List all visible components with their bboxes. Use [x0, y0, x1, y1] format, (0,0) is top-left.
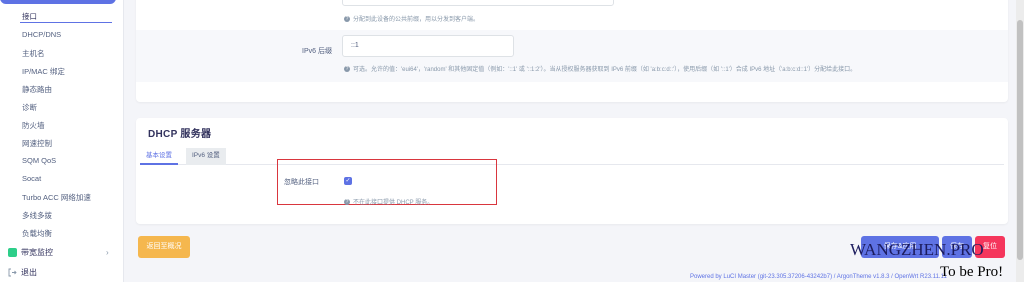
scrollbar-thumb[interactable] — [1017, 20, 1023, 260]
footer-credits[interactable]: Powered by LuCI Master (git-23.305.37206… — [690, 274, 947, 280]
chevron-right-icon: › — [106, 248, 109, 257]
logout-icon — [8, 268, 17, 277]
ignore-interface-help-text: 不在此接口提供 DHCP 服务。 — [353, 200, 434, 206]
ip6-assign-help: ? 分配到此设备的公共前缀，用以分发到客户端。 — [344, 14, 479, 23]
ignore-interface-checkbox[interactable]: ✓ — [344, 177, 352, 185]
ip6-assign-input[interactable] — [342, 0, 614, 6]
ipv6-suffix-help: ? 可选。允许的值：'eui64'，'random' 和其他固定值（例如：'::… — [344, 64, 856, 73]
tab-ipv6-settings[interactable]: IPv6 设置 — [186, 148, 226, 165]
ipv6-suffix-input[interactable]: ::1 — [342, 35, 514, 57]
dhcp-tabs: 基本设置 IPv6 设置 — [140, 148, 1004, 165]
dhcp-section-title: DHCP 服务器 — [148, 129, 212, 140]
dhcp-server-card: DHCP 服务器 基本设置 IPv6 设置 忽略此接口 ✓ ? 不在此接口提供 … — [136, 118, 1008, 224]
sidebar-active-underline — [20, 22, 112, 23]
sidebar-active-group[interactable] — [0, 0, 116, 4]
sidebar-item-load-balance[interactable]: 负载均衡 — [22, 228, 52, 239]
sidebar-item-socat[interactable]: Socat — [22, 174, 41, 183]
help-icon: ? — [344, 15, 350, 22]
watermark-domain: WANGZHEN.PRO — [850, 240, 984, 259]
sidebar-item-firewall[interactable]: 防火墙 — [22, 120, 45, 131]
ipv6-suffix-row: IPv6 后缀 ::1 ? 可选。允许的值：'eui64'，'random' 和… — [136, 30, 1008, 82]
ipv6-suffix-label: IPv6 后缀 — [302, 48, 332, 55]
sidebar-item-speed-control[interactable]: 网速控制 — [22, 138, 52, 149]
help-icon: ? — [344, 198, 350, 205]
page-scrollbar[interactable] — [1016, 0, 1024, 282]
sidebar-item-turbo-acc[interactable]: Turbo ACC 网络加速 — [22, 192, 91, 203]
sidebar-section-bandwidth[interactable]: 带宽监控 — [8, 247, 53, 258]
tab-general-setup[interactable]: 基本设置 — [140, 148, 178, 165]
help-icon: ? — [344, 65, 350, 72]
ignore-interface-help: ? 不在此接口提供 DHCP 服务。 — [344, 197, 433, 206]
interface-settings-card: ? 分配到此设备的公共前缀，用以分发到客户端。 IPv6 后缀 ::1 ? 可选… — [136, 0, 1008, 102]
sidebar-item-dhcp-dns[interactable]: DHCP/DNS — [22, 30, 61, 39]
sidebar-item-multiwan[interactable]: 多线多拨 — [22, 210, 52, 221]
sidebar-item-hostnames[interactable]: 主机名 — [22, 48, 45, 59]
sidebar: 接口 DHCP/DNS 主机名 IP/MAC 绑定 静态路由 诊断 防火墙 网速… — [0, 0, 124, 282]
sidebar-item-interfaces[interactable]: 接口 — [22, 11, 37, 22]
ip6-assign-help-text: 分配到此设备的公共前缀，用以分发到客户端。 — [353, 17, 480, 23]
monitor-icon — [8, 248, 17, 257]
ipv6-suffix-help-text: 可选。允许的值：'eui64'，'random' 和其他固定值（例如：'::1'… — [353, 67, 857, 73]
sidebar-item-diagnostics[interactable]: 诊断 — [22, 102, 37, 113]
back-to-overview-button[interactable]: 返回至概况 — [138, 236, 190, 258]
watermark-slogan: To be Pro! — [940, 264, 1004, 280]
ignore-interface-label: 忽略此接口 — [284, 179, 319, 186]
sidebar-item-sqm-qos[interactable]: SQM QoS — [22, 156, 56, 165]
sidebar-item-static-routes[interactable]: 静态路由 — [22, 84, 52, 95]
sidebar-section-bandwidth-label: 带宽监控 — [21, 248, 53, 257]
sidebar-logout[interactable]: 退出 — [8, 267, 37, 278]
sidebar-item-ip-mac-binding[interactable]: IP/MAC 绑定 — [22, 66, 65, 77]
sidebar-logout-label: 退出 — [21, 268, 37, 277]
